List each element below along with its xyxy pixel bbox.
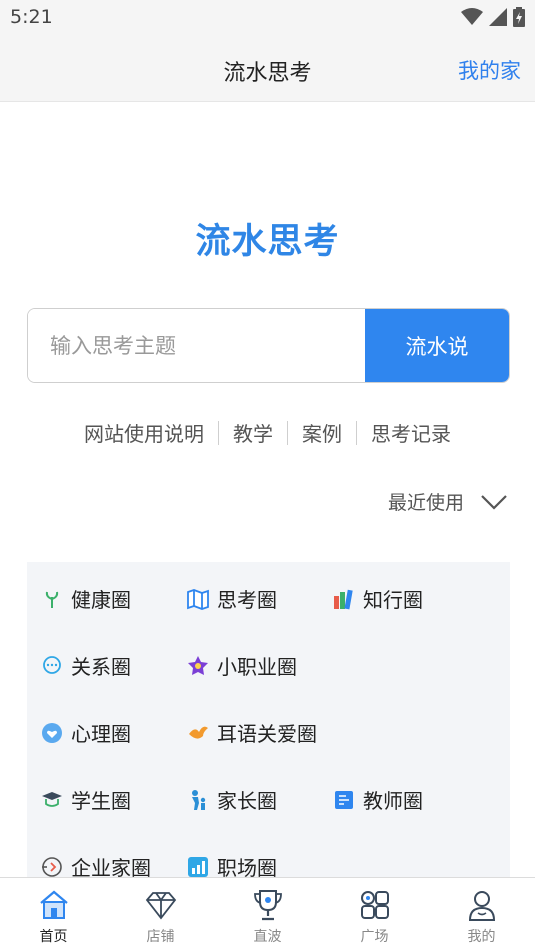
heart-face-icon xyxy=(41,722,63,744)
circle-label: 企业家圈 xyxy=(71,856,151,878)
circle-whisper-care[interactable]: 耳语关爱圈 xyxy=(187,718,317,747)
tab-label: 直波 xyxy=(253,929,282,945)
circle-knowaction[interactable]: 知行圈 xyxy=(333,584,423,613)
chevron-down-icon xyxy=(481,494,507,510)
teacher-board-icon xyxy=(333,789,355,811)
circle-label: 小职业圈 xyxy=(217,655,297,679)
search-box: 流水说 xyxy=(27,308,510,383)
circle-label: 家长圈 xyxy=(217,789,277,813)
circle-entrepreneurs[interactable]: 企业家圈 xyxy=(41,852,151,878)
status-icons xyxy=(461,7,525,27)
tab-store[interactable]: 店铺 xyxy=(107,878,214,952)
circle-label: 学生圈 xyxy=(71,789,131,813)
link-guide[interactable]: 网站使用说明 xyxy=(84,418,204,447)
app-bar: 流水思考 我的家 xyxy=(0,36,535,102)
books-icon xyxy=(333,588,355,610)
hero-title: 流水思考 xyxy=(195,222,340,262)
status-bar: 5:21 xyxy=(0,0,535,36)
tab-plaza[interactable]: 广场 xyxy=(321,878,428,952)
app-title: 流水思考 xyxy=(223,61,312,86)
link-cases[interactable]: 案例 xyxy=(302,418,342,447)
circle-teachers[interactable]: 教师圈 xyxy=(333,785,423,814)
wifi-icon xyxy=(461,8,483,25)
circles-panel: 健康圈 思考圈 知行圈 关系圈 小职业圈 心理圈 耳语关爱圈 学生圈 家长圈 教… xyxy=(27,562,510,878)
recent-toggle[interactable]: 最近使用 xyxy=(388,488,508,515)
parent-child-icon xyxy=(187,789,209,811)
divider xyxy=(356,420,357,445)
circle-relations[interactable]: 关系圈 xyxy=(41,651,131,680)
apps-grid-icon xyxy=(358,888,392,922)
tab-label: 店铺 xyxy=(146,929,175,945)
link-records[interactable]: 思考记录 xyxy=(371,418,451,447)
divider xyxy=(287,420,288,445)
links-row: 网站使用说明 教学 案例 思考记录 xyxy=(0,418,535,447)
circle-health[interactable]: 健康圈 xyxy=(41,584,131,613)
circle-thinking[interactable]: 思考圈 xyxy=(187,584,277,613)
user-icon xyxy=(465,888,499,922)
tab-label: 我的 xyxy=(467,929,496,945)
building-icon xyxy=(41,856,63,878)
recent-label: 最近使用 xyxy=(387,492,464,514)
circle-label: 健康圈 xyxy=(71,588,131,612)
map-icon xyxy=(187,588,209,610)
tab-home[interactable]: 首页 xyxy=(0,878,107,952)
battery-icon xyxy=(513,7,525,27)
status-time: 5:21 xyxy=(10,6,53,28)
tab-live[interactable]: 直波 xyxy=(214,878,321,952)
graduation-cap-icon xyxy=(41,789,63,811)
submit-button[interactable]: 流水说 xyxy=(365,309,509,382)
divider xyxy=(218,420,219,445)
circle-smallcareer[interactable]: 小职业圈 xyxy=(187,651,297,680)
circle-label: 教师圈 xyxy=(363,789,423,813)
circle-parents[interactable]: 家长圈 xyxy=(187,785,277,814)
sprout-icon xyxy=(41,588,63,610)
tab-label: 广场 xyxy=(360,929,389,945)
home-icon xyxy=(37,888,71,922)
circle-label: 职场圈 xyxy=(217,856,277,878)
bottom-tab-bar: 首页 店铺 直波 广场 我的 xyxy=(0,877,535,952)
tab-me[interactable]: 我的 xyxy=(428,878,535,952)
chat-icon xyxy=(41,655,63,677)
circle-workplace[interactable]: 职场圈 xyxy=(187,852,277,878)
tab-label: 首页 xyxy=(39,929,68,945)
diamond-icon xyxy=(144,888,178,922)
topic-input[interactable] xyxy=(28,309,365,382)
circle-students[interactable]: 学生圈 xyxy=(41,785,131,814)
signal-icon xyxy=(489,8,507,26)
circle-label: 心理圈 xyxy=(71,722,131,746)
circle-label: 关系圈 xyxy=(71,655,131,679)
star-badge-icon xyxy=(187,655,209,677)
my-home-link[interactable]: 我的家 xyxy=(458,55,521,85)
trophy-icon xyxy=(251,888,285,922)
circle-label: 耳语关爱圈 xyxy=(217,722,317,746)
bird-icon xyxy=(187,722,209,744)
bar-chart-icon xyxy=(187,856,209,878)
circle-label: 知行圈 xyxy=(363,588,423,612)
circle-psychology[interactable]: 心理圈 xyxy=(41,718,131,747)
link-teaching[interactable]: 教学 xyxy=(233,418,273,447)
circle-label: 思考圈 xyxy=(217,588,277,612)
